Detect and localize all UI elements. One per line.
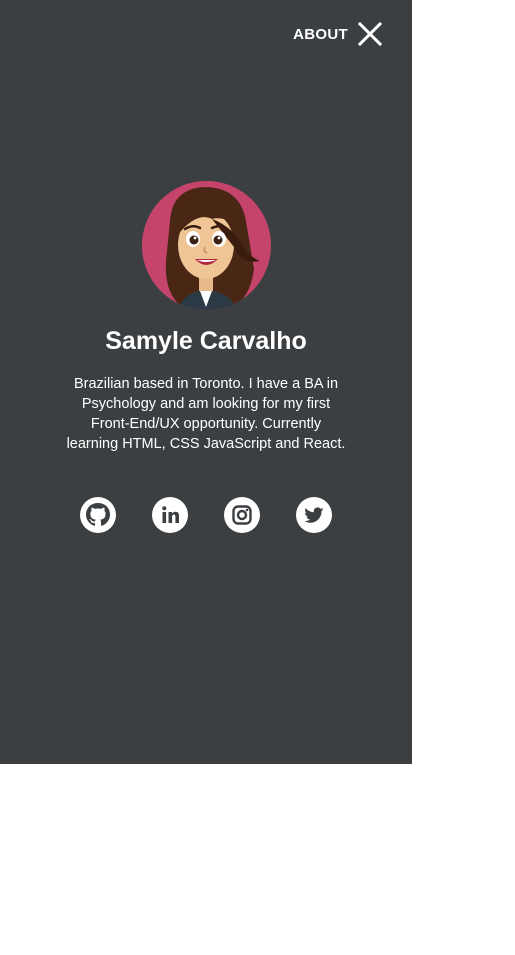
profile-name: Samyle Carvalho xyxy=(105,327,307,355)
instagram-link[interactable] xyxy=(224,497,260,533)
close-icon[interactable] xyxy=(358,22,382,46)
linkedin-icon xyxy=(152,497,188,533)
twitter-icon xyxy=(296,497,332,533)
about-label: ABOUT xyxy=(293,25,348,43)
about-panel: ABOUT Samyle Carvalho Brazilian based in… xyxy=(0,0,412,764)
social-links xyxy=(80,497,332,533)
twitter-link[interactable] xyxy=(296,497,332,533)
instagram-icon xyxy=(224,497,260,533)
profile-bio: Brazilian based in Toronto. I have a BA … xyxy=(66,376,346,452)
github-icon xyxy=(80,497,116,533)
avatar-illustration xyxy=(142,181,271,310)
linkedin-link[interactable] xyxy=(152,497,188,533)
github-link[interactable] xyxy=(80,497,116,533)
avatar xyxy=(142,181,271,310)
about-header: ABOUT xyxy=(293,22,382,46)
